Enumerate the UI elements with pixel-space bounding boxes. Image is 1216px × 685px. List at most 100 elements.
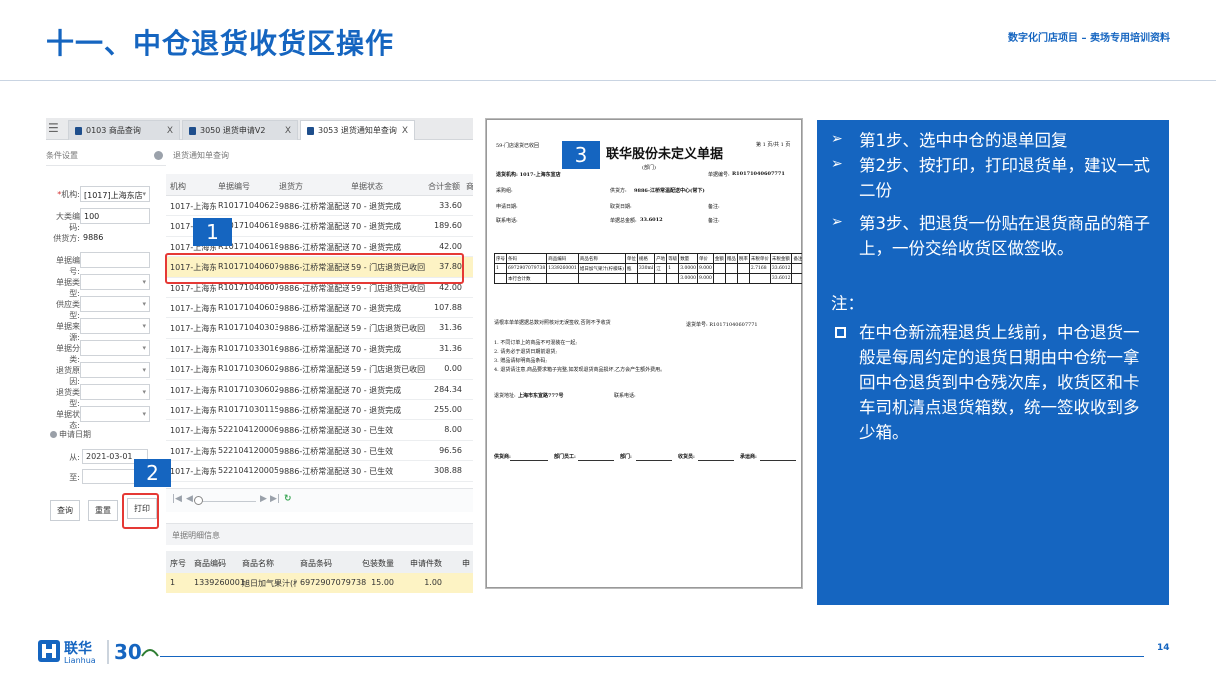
table-cell-no: R10171040303821: [218, 323, 278, 333]
gear-icon[interactable]: [154, 151, 163, 160]
table-row[interactable]: 1017-上海东...522104120005989886-江桥常温配送中心..…: [166, 461, 473, 482]
callout-2: 2: [134, 459, 171, 487]
table-cell-org: 1017-上海东...: [170, 365, 216, 375]
tab-doc-icon: [307, 126, 314, 135]
table-row[interactable]: 1017-上海东...R101710406234719886-江桥常温配送中心.…: [166, 196, 473, 217]
receipt-cell: 数量: [678, 253, 698, 264]
return-reason-select[interactable]: ▾: [80, 362, 150, 378]
tab-return-apply[interactable]: 3050 退货申请V2 X: [182, 120, 298, 140]
collapse-icon[interactable]: [50, 431, 57, 438]
tab-product-query[interactable]: 0103 商品查询 X: [68, 120, 180, 140]
table-cell-no: R10171030602473: [218, 384, 278, 394]
table-row[interactable]: 1017-上海东...R101710306024739886-江桥常温配送中心.…: [166, 380, 473, 400]
table-cell-amount: 8.00: [444, 425, 462, 435]
query-button[interactable]: 查询: [50, 500, 80, 521]
table-cell-amount: 284.34: [434, 384, 462, 394]
table-row[interactable]: 1017-上海东...522104120006019886-江桥常温配送中心..…: [166, 420, 473, 441]
filter-return-type: 退货类型: ▾: [46, 382, 166, 408]
receipt-cell: 未税金额: [769, 253, 793, 264]
close-icon[interactable]: X: [285, 126, 291, 136]
receipt-cell: [712, 273, 726, 284]
table-row[interactable]: 1017-上海东...R101710306028179886-江桥常温配送中心.…: [166, 359, 473, 380]
last-page-icon[interactable]: ▶|: [270, 494, 280, 504]
doc-no-input[interactable]: [80, 252, 150, 268]
doc-class-select[interactable]: ▾: [80, 340, 150, 356]
filter-doc-no: 单据编号:: [46, 250, 166, 276]
table-cell-status: 30 - 已生效: [351, 426, 394, 436]
table-cell-party: 9886-江桥常温配送中心...: [279, 283, 349, 293]
table-cell-status: 70 - 退货完成: [351, 242, 402, 252]
detail-row[interactable]: 1 1339260001 旭日加气果汁(柠檬... 6972907079738 …: [166, 573, 473, 593]
next-page-icon[interactable]: ▶: [260, 494, 267, 504]
org-select[interactable]: [1017]上海东店 ▾: [80, 186, 150, 202]
table-cell-party: 9886-江桥常温配送中心...: [279, 324, 349, 334]
supply-type-select[interactable]: ▾: [80, 296, 150, 312]
table-cell-amount: 189.60: [434, 221, 462, 231]
table-cell-no: R10171040623471: [218, 201, 278, 210]
page-number: 14: [1157, 643, 1170, 653]
receipt-cell: 商品编码: [546, 253, 579, 264]
receipt-cell: [791, 273, 802, 284]
table-cell-party: 9886-江桥常温配送中心...: [279, 304, 349, 313]
chevron-down-icon: ▾: [142, 300, 146, 308]
table-cell-no: R10171040603337: [218, 303, 278, 312]
doc-status-select[interactable]: ▾: [80, 406, 150, 422]
arrow-bullet-icon: ➢: [831, 131, 843, 147]
reset-button[interactable]: 重置: [88, 500, 118, 521]
receipt-row: 序号 条码 商品编码 商品名称 单位 规格 产地 等级 数量 单价 金额 赠品 税率 未税单价 未税金额 备注: [494, 253, 802, 264]
filter-doc-source: 单据来源: ▾: [46, 316, 166, 342]
receipt-cell: 1: [494, 263, 507, 274]
chevron-down-icon: ▾: [142, 278, 146, 286]
tab-doc-icon: [75, 126, 82, 135]
receipt-cell: [791, 263, 802, 274]
step-2: 第2步、按打印，打印退货单，建议一式二份: [859, 156, 1150, 200]
table-row[interactable]: 1017-上海东...R101710301157889886-江桥常温配送中心.…: [166, 400, 473, 421]
prev-page-icon[interactable]: ◀: [186, 494, 193, 504]
receipt-cell: 单位: [624, 253, 638, 264]
receipt-cell: [724, 273, 738, 284]
supplier-input[interactable]: 9886: [80, 230, 150, 246]
return-receipt-document: 59-门店退货已收回 联华股份未定义单据 (部门) 第 1 页/共 1 页 退货…: [485, 118, 803, 589]
table-row[interactable]: 1017-上海东...522104120005999886-江桥常温配送中心..…: [166, 441, 473, 462]
selected-row-highlight: [165, 253, 464, 284]
doc-source-select[interactable]: ▾: [80, 318, 150, 334]
lianhua-logo: 联华 Lianhua 30: [38, 636, 160, 668]
category-input[interactable]: 100: [80, 208, 150, 224]
receipt-cell: [712, 263, 726, 274]
table-row[interactable]: 1017-上海东...R101710330162719886-江桥常温配送中心.…: [166, 339, 473, 360]
slide-title: 十一、中仓退货收货区操作: [46, 27, 395, 60]
receipt-cell: [654, 273, 668, 284]
table-cell-status: 70 - 退货完成: [351, 406, 402, 415]
detail-table-header: 序号 商品编码 商品名称 商品条码 包装数量 申请件数 申: [166, 551, 473, 573]
receipt-cell: [636, 273, 656, 284]
receipt-cell: 未税单价: [748, 253, 771, 264]
table-cell-party: 9886-江桥常温配送中心...: [279, 406, 349, 415]
return-type-select[interactable]: ▾: [80, 384, 150, 400]
close-icon[interactable]: X: [167, 126, 173, 136]
receipt-row: 1 6972907079738 1339260001 旭日加气果汁(柠檬味) 瓶 330m…: [494, 263, 802, 274]
page-slider[interactable]: [196, 501, 256, 502]
tab-return-notice-query[interactable]: 3053 退货通知单查询 X: [300, 120, 415, 140]
hamburger-menu-icon[interactable]: ☰: [48, 121, 59, 135]
table-row[interactable]: 1017-上海东...R101710403038219886-江桥常温配送中心.…: [166, 318, 473, 339]
receipt-cell: 9.000: [696, 263, 714, 274]
table-cell-amount: 33.60: [439, 201, 462, 210]
doc-type-select[interactable]: ▾: [80, 274, 150, 290]
table-cell-org: 1017-上海东...: [170, 283, 216, 293]
slider-handle[interactable]: [194, 496, 203, 505]
refresh-icon[interactable]: ↻: [284, 494, 292, 504]
print-button-highlight: [122, 493, 159, 529]
table-row[interactable]: 1017-上海东...R101710406033379886-江桥常温配送中心.…: [166, 298, 473, 319]
table-cell-amount: 308.88: [434, 466, 462, 476]
tab-label: 3050 退货申请V2: [200, 126, 266, 135]
callout-3: 3: [562, 141, 600, 169]
close-icon[interactable]: X: [402, 126, 408, 136]
table-cell-party: 9886-江桥常温配送中心...: [279, 426, 349, 436]
filter-org: *机构: [1017]上海东店 ▾: [46, 184, 166, 204]
receipt-cell: 金额: [712, 253, 726, 264]
table-cell-no: 52210412000598: [218, 466, 278, 476]
receipt-cell: [724, 263, 738, 274]
receipt-cell: 赠品: [724, 253, 738, 264]
first-page-icon[interactable]: |◀: [172, 494, 182, 504]
filter-return-reason: 退货原因: ▾: [46, 360, 166, 386]
